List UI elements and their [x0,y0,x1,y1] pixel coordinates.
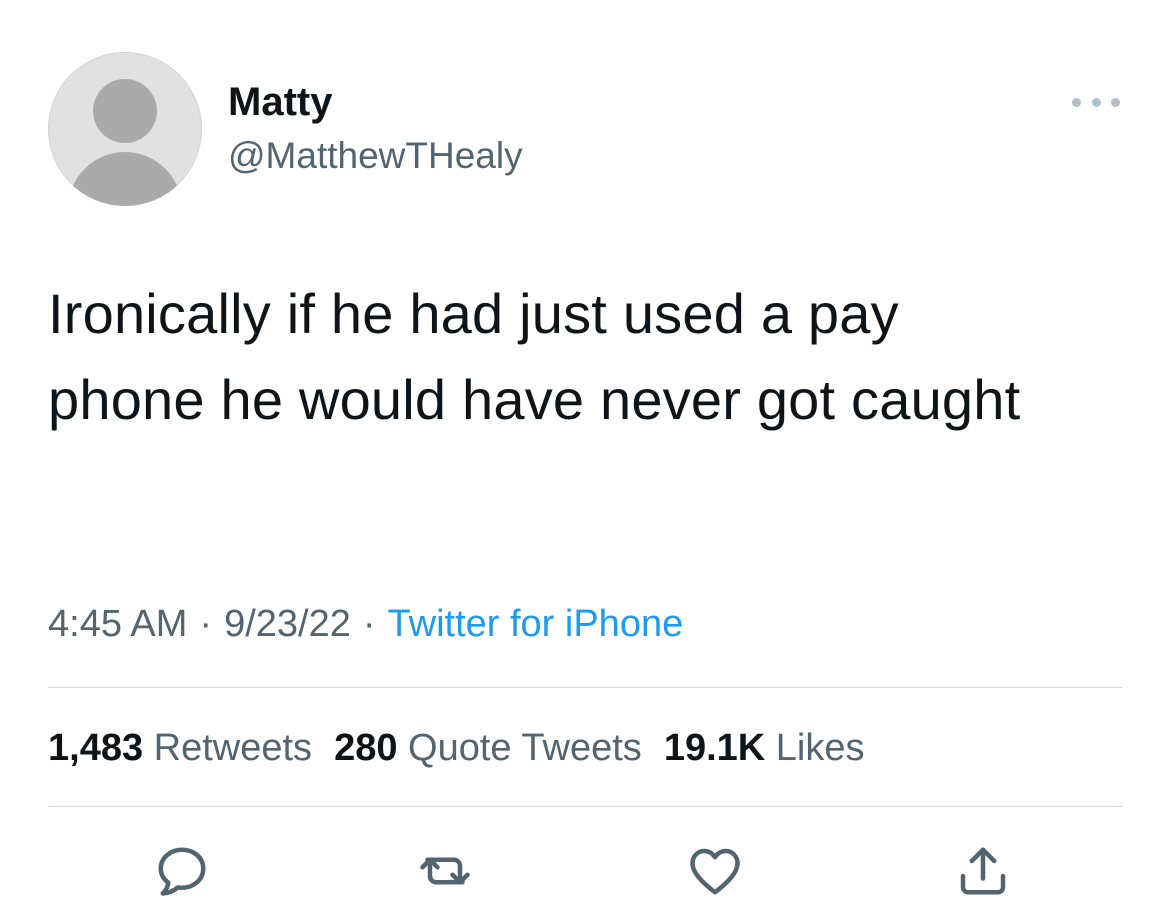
author-handle[interactable]: @MatthewTHealy [228,133,523,179]
avatar[interactable] [48,52,202,206]
likes-label: Likes [775,727,865,769]
action-bar [0,840,1170,902]
more-dot [1091,97,1101,107]
reply-icon [158,847,206,896]
tweet-date[interactable]: 9/23/22 [224,603,351,645]
quote-tweets-stat[interactable]: 280 Quote Tweets [334,727,642,769]
avatar-body-shape [68,152,182,206]
tweet-meta: 4:45 AM · 9/23/22 · Twitter for iPhone [48,600,683,648]
likes-stat[interactable]: 19.1K Likes [664,727,865,769]
retweets-stat[interactable]: 1,483 Retweets [48,727,312,769]
retweet-icon [420,857,470,885]
retweet-button[interactable] [414,840,476,902]
retweets-label: Retweets [153,727,313,769]
divider [48,806,1122,807]
tweet-stats: 1,483 Retweets 280 Quote Tweets 19.1K Like… [48,724,887,772]
more-options-icon[interactable] [1072,90,1120,114]
likes-count: 19.1K [663,727,766,769]
tweet-text: Ironically if he had just used a pay pho… [48,282,1021,431]
avatar-head-shape [93,79,157,143]
like-button[interactable] [684,840,746,902]
tweet-time[interactable]: 4:45 AM [48,603,187,645]
share-button[interactable] [952,840,1014,902]
meta-separator: · [199,603,213,645]
quote-tweets-count: 280 [334,727,398,769]
tweet-source-link[interactable]: Twitter for iPhone [388,603,684,645]
reply-button[interactable] [151,840,213,902]
share-icon [960,847,1006,895]
like-icon [690,848,740,895]
meta-separator: · [362,603,376,645]
quote-tweets-label: Quote Tweets [408,727,642,769]
more-dot [1072,97,1081,107]
divider [48,687,1122,688]
more-dot [1111,97,1120,107]
author-name[interactable]: Matty [228,78,332,126]
tweet-card: Matty @MatthewTHealy Ironically if he ha… [0,0,1170,921]
retweets-count: 1,483 [48,727,144,769]
